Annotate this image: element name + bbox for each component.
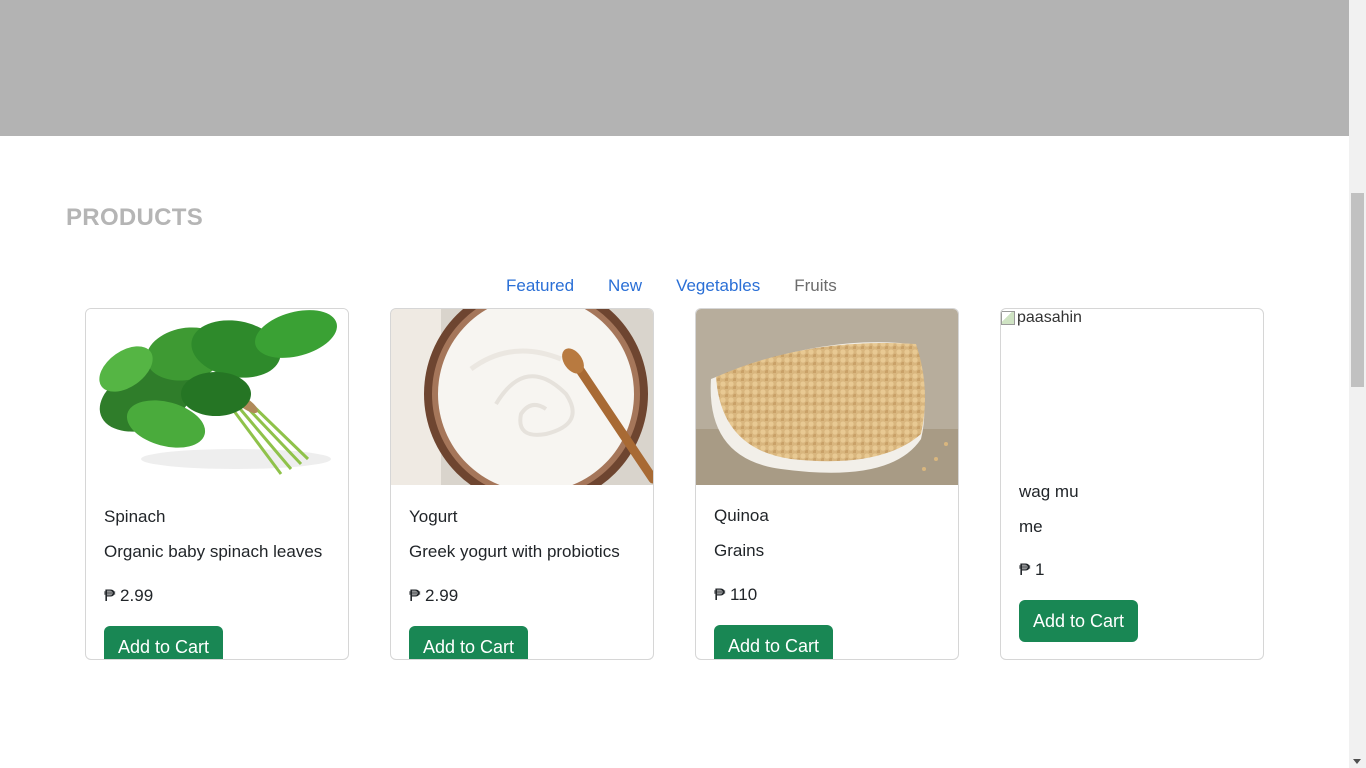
add-to-cart-button[interactable]: Add to Cart xyxy=(714,625,834,659)
product-image xyxy=(696,309,958,485)
vertical-scrollbar[interactable] xyxy=(1349,0,1366,768)
add-to-cart-button[interactable]: Add to Cart xyxy=(104,626,224,659)
product-price: ₱ 2.99 xyxy=(409,586,459,605)
product-card: Yogurt Greek yogurt with probiotics ₱ 2.… xyxy=(390,308,654,660)
yogurt-bowl-photo xyxy=(391,309,653,485)
product-name: Spinach xyxy=(104,507,166,526)
product-price: ₱ 110 xyxy=(714,585,758,604)
product-description: Greek yogurt with probiotics xyxy=(409,542,620,561)
product-card: Quinoa Grains ₱ 110 Add to Cart xyxy=(695,308,959,660)
broken-image: paasahin xyxy=(1001,309,1082,327)
product-name: Quinoa xyxy=(714,506,769,525)
product-name: wag mu xyxy=(1019,482,1079,501)
product-card: Spinach Organic baby spinach leaves ₱ 2.… xyxy=(85,308,349,660)
tab-new[interactable]: New xyxy=(591,276,659,296)
scroll-down-arrow-icon[interactable] xyxy=(1353,759,1361,764)
add-to-cart-button[interactable]: Add to Cart xyxy=(1019,600,1139,642)
scrollbar-thumb[interactable] xyxy=(1351,193,1364,387)
tab-featured[interactable]: Featured xyxy=(489,276,591,296)
product-description: Organic baby spinach leaves xyxy=(104,542,323,561)
product-price: ₱ 1 xyxy=(1019,560,1045,579)
broken-image-icon xyxy=(1001,311,1015,325)
product-image xyxy=(86,309,348,485)
tab-vegetables[interactable]: Vegetables xyxy=(659,276,777,296)
category-tabs: Featured New Vegetables Fruits xyxy=(489,276,854,296)
product-description: Grains xyxy=(714,541,765,560)
product-name: Yogurt xyxy=(409,507,458,526)
image-alt-text: paasahin xyxy=(1017,309,1082,326)
product-price: ₱ 2.99 xyxy=(104,586,154,605)
product-description: me xyxy=(1019,517,1043,536)
product-image xyxy=(391,309,653,485)
spinach-photo xyxy=(86,309,348,485)
add-to-cart-button[interactable]: Add to Cart xyxy=(409,626,529,659)
tab-fruits[interactable]: Fruits xyxy=(777,276,854,296)
quinoa-bowl-photo xyxy=(696,309,958,485)
product-image: paasahin xyxy=(1001,309,1263,469)
product-card: paasahin wag mu me ₱ 1 Add to Cart xyxy=(1000,308,1264,660)
hero-banner xyxy=(0,0,1349,136)
section-title: PRODUCTS xyxy=(66,204,204,231)
